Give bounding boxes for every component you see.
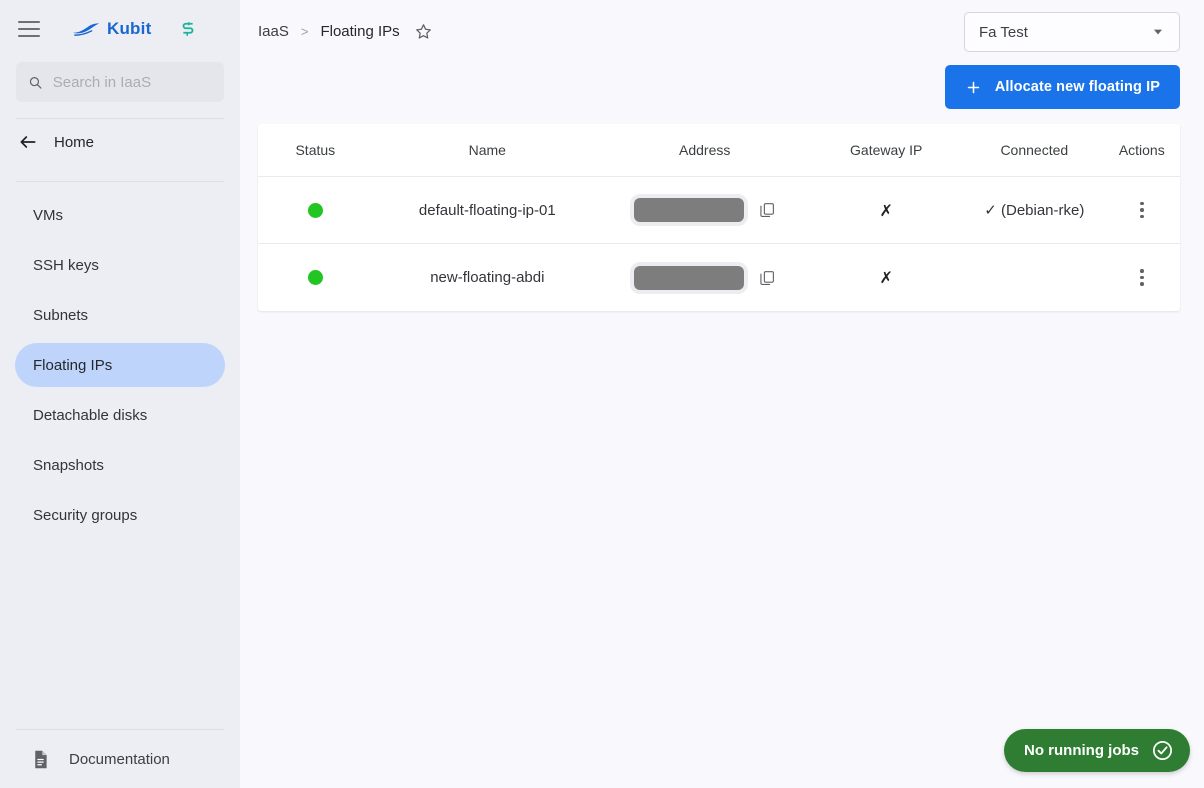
sidebar-item-detachable-disks[interactable]: Detachable disks	[15, 393, 225, 437]
column-header-name: Name	[468, 142, 506, 158]
hamburger-icon[interactable]	[18, 16, 44, 42]
sidebar-item-home-label: Home	[54, 133, 95, 151]
status-dot-online	[307, 202, 323, 218]
allocate-new-floating-ip-button[interactable]: Allocate new floating IP	[944, 65, 1180, 109]
kubit-wave-logo	[72, 23, 100, 36]
brand[interactable]: Kubit	[72, 19, 151, 39]
search-box[interactable]	[16, 62, 224, 102]
floating-ips-table: Status Name Address Gateway IP Connected…	[258, 124, 1180, 311]
arrow-left-icon	[20, 136, 36, 148]
app-root: Kubit Hom	[0, 0, 1204, 788]
breadcrumb: IaaS > Floating IPs	[258, 22, 433, 41]
search-icon	[29, 76, 42, 89]
sidebar-item-ssh-keys-label: SSH keys	[33, 256, 99, 274]
table-header-row: Status Name Address Gateway IP Connected…	[258, 124, 1180, 177]
sidebar-item-subnets-label: Subnets	[33, 306, 89, 324]
star-outline-icon[interactable]	[414, 22, 433, 41]
brand-name: Kubit	[107, 19, 152, 38]
breadcrumb-separator: >	[300, 23, 309, 39]
plus-icon	[967, 81, 980, 93]
copy-icon[interactable]	[758, 201, 776, 219]
sidebar-nav: VMs SSH keys Subnets Floating IPs Detach…	[0, 182, 240, 540]
cell-gateway-ip: ✗	[879, 268, 893, 287]
cell-gateway-ip: ✗	[879, 200, 893, 220]
project-select-value: Fa Test	[979, 23, 1028, 41]
sidebar: Kubit Hom	[0, 0, 240, 788]
allocate-new-floating-ip-label: Allocate new floating IP	[994, 79, 1160, 95]
topbar: IaaS > Floating IPs Fa Test	[240, 0, 1204, 62]
cell-address-redacted	[633, 198, 744, 222]
sidebar-header: Kubit	[0, 0, 240, 58]
search-input[interactable]	[52, 73, 212, 91]
sidebar-item-subnets[interactable]: Subnets	[15, 293, 225, 337]
sidebar-item-home[interactable]: Home	[0, 119, 240, 165]
sidebar-item-documentation[interactable]: Documentation	[0, 730, 240, 788]
sidebar-item-vms-label: VMs	[33, 206, 63, 224]
company-s-logo[interactable]	[179, 20, 197, 39]
sidebar-item-snapshots[interactable]: Snapshots	[15, 443, 225, 487]
column-header-gateway-ip: Gateway IP	[850, 142, 923, 158]
table-row[interactable]: default-floating-ip-01 ✗ ✓ (Debian-rke)	[258, 177, 1180, 244]
kebab-menu-icon[interactable]	[1134, 263, 1150, 292]
column-header-status: Status	[295, 142, 336, 158]
column-header-connected: Connected	[1000, 142, 1069, 158]
cell-connected: ✓ (Debian-rke)	[984, 202, 1085, 219]
status-dot-online	[307, 270, 323, 285]
check-circle-icon	[1153, 741, 1172, 760]
column-header-actions: Actions	[1118, 142, 1165, 158]
sidebar-footer: Documentation	[0, 729, 240, 788]
allocate-row: Allocate new floating IP	[240, 65, 1204, 109]
sidebar-item-vms[interactable]: VMs	[15, 193, 225, 237]
sidebar-item-ssh-keys[interactable]: SSH keys	[15, 243, 225, 287]
status-badge-jobs-label: No running jobs	[1024, 742, 1139, 759]
breadcrumb-root[interactable]: IaaS	[258, 23, 289, 40]
search-container	[0, 58, 240, 102]
status-badge-jobs[interactable]: No running jobs	[1004, 729, 1190, 772]
cell-address-redacted	[633, 265, 744, 290]
sidebar-item-documentation-label: Documentation	[69, 750, 170, 768]
table-row[interactable]: new-floating-abdi ✗	[258, 244, 1180, 311]
sidebar-item-floating-ips[interactable]: Floating IPs	[15, 343, 225, 387]
column-header-address: Address	[679, 142, 731, 158]
sidebar-item-floating-ips-label: Floating IPs	[33, 356, 113, 374]
status-badge	[258, 202, 373, 218]
chevron-down-icon	[1153, 29, 1163, 35]
cell-name: new-floating-abdi	[430, 269, 545, 286]
sidebar-item-snapshots-label: Snapshots	[33, 456, 104, 474]
sidebar-item-security-groups-label: Security groups	[33, 506, 138, 524]
company-logo-glyph	[183, 21, 194, 36]
cell-name: default-floating-ip-01	[418, 201, 556, 219]
status-badge	[258, 270, 373, 285]
sidebar-item-security-groups[interactable]: Security groups	[15, 493, 225, 537]
copy-icon[interactable]	[758, 269, 776, 287]
sidebar-item-detachable-disks-label: Detachable disks	[33, 406, 148, 424]
project-select[interactable]: Fa Test	[964, 12, 1180, 52]
kebab-menu-icon[interactable]	[1134, 196, 1150, 225]
breadcrumb-current[interactable]: Floating IPs	[320, 23, 399, 40]
main-content: IaaS > Floating IPs Fa Test Allocate new…	[240, 0, 1204, 788]
document-icon	[35, 750, 47, 768]
